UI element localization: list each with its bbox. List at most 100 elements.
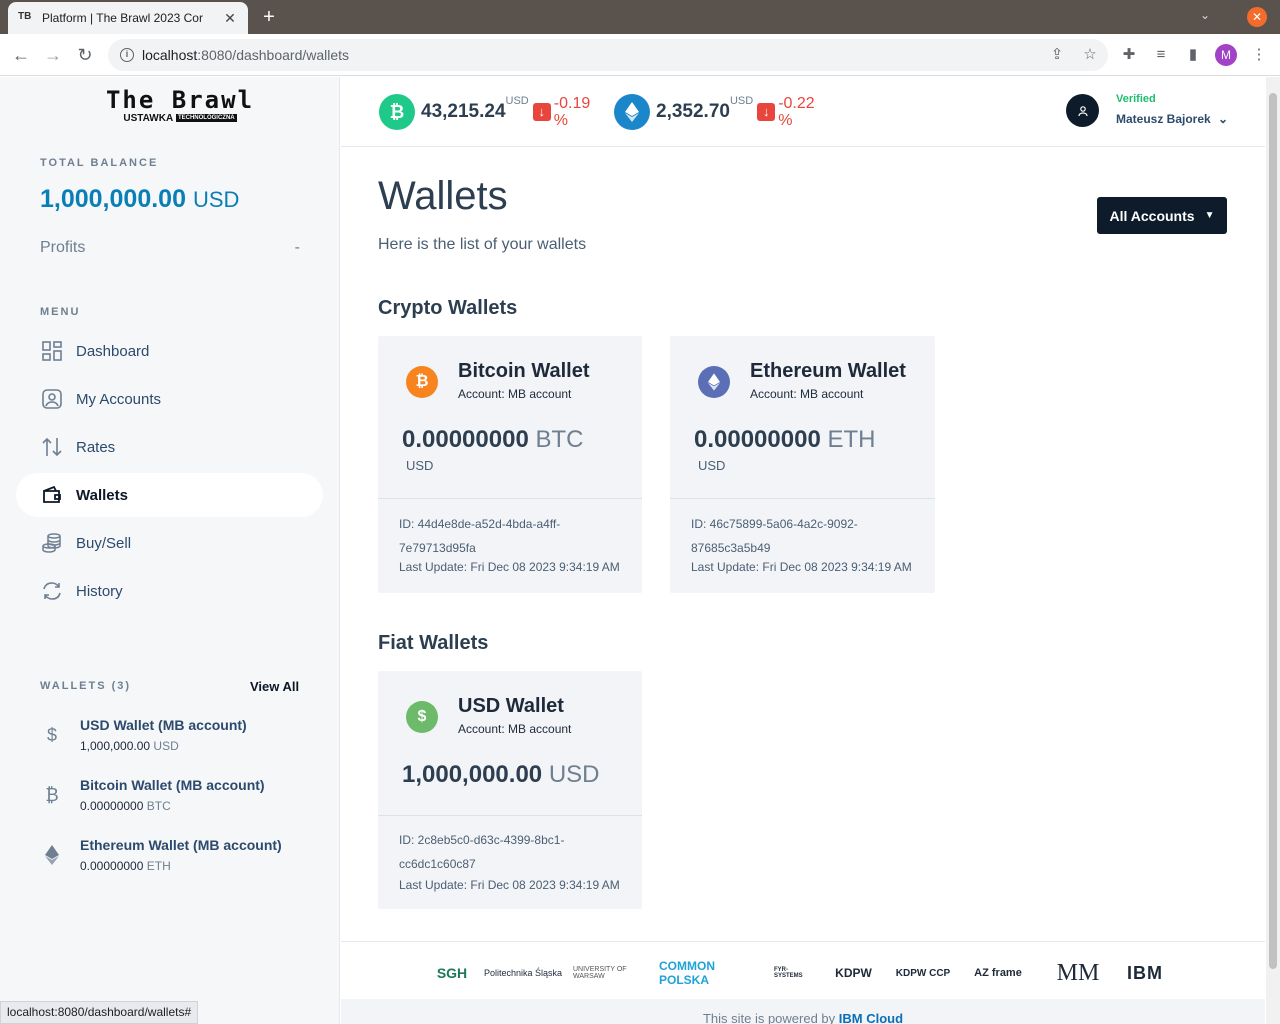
profits-label: Profits bbox=[40, 239, 86, 256]
menu-label-wallets: Wallets bbox=[76, 486, 128, 504]
back-icon[interactable]: ← bbox=[10, 44, 32, 66]
page-subtitle: Here is the list of your wallets bbox=[378, 236, 587, 253]
eth-rate: 2,352.70 USD ↓ -0.22 % bbox=[614, 93, 820, 131]
wallet-card-ethereum[interactable]: Ethereum Wallet Account: MB account 0.00… bbox=[670, 336, 935, 593]
logo-subtitle: USTAWKA TECHNOLOGICZNA bbox=[123, 113, 237, 124]
wallet-card-title: Ethereum Wallet bbox=[750, 360, 906, 382]
view-all-link[interactable]: View All bbox=[250, 679, 299, 694]
sidebar-wallet-bitcoin[interactable]: ₿ Bitcoin Wallet (MB account) 0.00000000… bbox=[40, 777, 330, 827]
profits-value: - bbox=[294, 239, 300, 256]
logo[interactable]: The Brawl USTAWKA TECHNOLOGICZNA bbox=[100, 87, 260, 129]
sponsor-logo-uw: UNIVERSITY OF WARSAW bbox=[573, 966, 627, 980]
sidebar-wallet-usd[interactable]: $ USD Wallet (MB account) 1,000,000.00 U… bbox=[40, 717, 330, 767]
extensions-icon[interactable]: ✚ bbox=[1118, 44, 1140, 66]
status-bar-url: localhost:8080/dashboard/wallets# bbox=[0, 1001, 199, 1024]
wallet-card-title: Bitcoin Wallet bbox=[458, 360, 590, 382]
verified-badge: Verified bbox=[1116, 93, 1156, 105]
powered-by: This site is powered by IBM Cloud bbox=[341, 999, 1265, 1024]
sidebar: The Brawl USTAWKA TECHNOLOGICZNA TOTAL B… bbox=[0, 77, 340, 1024]
close-tab-icon[interactable]: ✕ bbox=[222, 10, 238, 27]
user-name: Mateusz Bajorek bbox=[1116, 112, 1211, 126]
menu-item-buy-sell[interactable]: Buy/Sell bbox=[16, 521, 323, 565]
media-icon[interactable]: ≡ bbox=[1150, 44, 1172, 66]
url-path: :8080/dashboard/wallets bbox=[197, 47, 350, 63]
wallet-card-updated: Last Update: Fri Dec 08 2023 9:34:19 AM bbox=[691, 560, 912, 574]
profits-row: Profits - bbox=[40, 239, 300, 257]
browser-menu-icon[interactable]: ⋮ bbox=[1248, 44, 1270, 66]
wallet-card-id: ID: 46c75899-5a06-4a2c-9092-87685c3a5b49 bbox=[691, 517, 858, 555]
divider bbox=[378, 498, 642, 499]
menu-item-wallets[interactable]: Wallets bbox=[16, 473, 323, 517]
tab-title: Platform | The Brawl 2023 Cor bbox=[42, 11, 203, 25]
sponsor-logo-sgh: SGH bbox=[436, 965, 468, 981]
menu-item-rates[interactable]: Rates bbox=[16, 425, 323, 469]
sidebar-wallet-name: Ethereum Wallet (MB account) bbox=[80, 837, 282, 853]
all-accounts-dropdown[interactable]: All Accounts ▼ bbox=[1097, 197, 1227, 234]
crypto-wallets-title: Crypto Wallets bbox=[378, 297, 518, 319]
menu-label-buy-sell: Buy/Sell bbox=[76, 534, 132, 552]
url-host: localhost bbox=[142, 47, 198, 63]
logo-title: The Brawl bbox=[105, 86, 255, 114]
bitcoin-icon: ₿ bbox=[379, 94, 415, 130]
dollar-icon: $ bbox=[406, 701, 438, 733]
account-icon bbox=[40, 387, 64, 411]
wallet-card-account: Account: MB account bbox=[750, 387, 864, 401]
tab-search-icon[interactable]: ⌄ bbox=[1200, 8, 1210, 22]
favicon: TB bbox=[18, 11, 32, 22]
url-bar[interactable]: i localhost:8080/dashboard/wallets bbox=[108, 39, 1108, 71]
sponsor-logo-azframe: AZ frame bbox=[974, 967, 1022, 979]
share-icon[interactable]: ⇪ bbox=[1046, 44, 1068, 66]
new-tab-button[interactable]: + bbox=[258, 6, 280, 28]
fiat-wallets-title: Fiat Wallets bbox=[378, 632, 489, 654]
reload-icon[interactable]: ↻ bbox=[74, 44, 96, 66]
wallet-icon bbox=[40, 483, 64, 507]
sidebar-wallet-balance: 0.00000000 ETH bbox=[80, 859, 171, 873]
wallet-card-bitcoin[interactable]: ₿ Bitcoin Wallet Account: MB account 0.0… bbox=[378, 336, 642, 593]
forward-icon[interactable]: → bbox=[42, 44, 64, 66]
arrow-down-icon: ↓ bbox=[532, 103, 551, 121]
scrollbar-thumb[interactable] bbox=[1269, 93, 1277, 969]
user-menu[interactable]: Mateusz Bajorek ⌄ bbox=[1116, 112, 1228, 126]
total-balance-amount: 1,000,000.00 bbox=[40, 185, 186, 213]
sponsors-footer: SGH Politechnika Śląska UNIVERSITY OF WA… bbox=[341, 941, 1265, 999]
chevron-down-icon: ⌄ bbox=[1218, 112, 1229, 126]
total-balance: 1,000,000.00 USD bbox=[40, 185, 239, 214]
window-close-button[interactable]: ✕ bbox=[1247, 7, 1267, 27]
browser-tab[interactable]: TB Platform | The Brawl 2023 Cor ✕ bbox=[8, 2, 248, 34]
rates-icon bbox=[40, 435, 64, 459]
sponsor-logo-politechnika: Politechnika Śląska bbox=[483, 968, 563, 978]
menu-item-history[interactable]: History bbox=[16, 569, 323, 613]
user-avatar[interactable] bbox=[1066, 94, 1099, 127]
menu-label-history: History bbox=[76, 582, 123, 600]
sponsor-logo-ibm: IBM bbox=[1127, 962, 1163, 983]
menu-item-dashboard[interactable]: Dashboard bbox=[16, 329, 323, 373]
sidebar-wallet-name: USD Wallet (MB account) bbox=[80, 717, 247, 733]
btc-rate: ₿ 43,215.24 USD ↓ -0.19 % bbox=[379, 93, 596, 131]
wallet-card-amount: 1,000,000.00 USD bbox=[402, 761, 600, 788]
ibm-cloud-link[interactable]: IBM Cloud bbox=[839, 1011, 903, 1024]
wallet-card-amount: 0.00000000 BTC bbox=[402, 426, 584, 453]
wallet-card-id: ID: 2c8eb5c0-d63c-4399-8bc1-cc6dc1c60c87 bbox=[399, 833, 565, 871]
page-scrollbar[interactable] bbox=[1266, 77, 1280, 1024]
dollar-icon: $ bbox=[46, 724, 57, 745]
menu-item-my-accounts[interactable]: My Accounts bbox=[16, 377, 323, 421]
side-panel-icon[interactable]: ▮ bbox=[1182, 44, 1204, 66]
address-toolbar: ← → ↻ i localhost:8080/dashboard/wallets… bbox=[0, 34, 1280, 76]
page-title: Wallets bbox=[378, 174, 508, 218]
bookmark-star-icon[interactable]: ☆ bbox=[1079, 44, 1101, 66]
wallet-card-usd: USD bbox=[698, 458, 726, 473]
ethereum-icon bbox=[698, 366, 730, 398]
sponsor-logo-kdpw-ccp: KDPW CCP bbox=[895, 967, 951, 979]
wallet-card-usd[interactable]: $ USD Wallet Account: MB account 1,000,0… bbox=[378, 671, 642, 909]
wallet-card-usd: USD bbox=[406, 458, 434, 473]
chevron-down-icon: ▼ bbox=[1204, 210, 1215, 221]
sidebar-wallet-name: Bitcoin Wallet (MB account) bbox=[80, 777, 265, 793]
menu-label-rates: Rates bbox=[76, 438, 116, 456]
arrow-down-icon: ↓ bbox=[757, 103, 776, 121]
site-info-icon[interactable]: i bbox=[120, 48, 134, 62]
sidebar-wallet-ethereum[interactable]: Ethereum Wallet (MB account) 0.00000000 … bbox=[40, 837, 330, 887]
profile-avatar[interactable]: M bbox=[1215, 44, 1237, 66]
divider bbox=[378, 815, 642, 816]
wallet-card-updated: Last Update: Fri Dec 08 2023 9:34:19 AM bbox=[399, 560, 620, 574]
ethereum-icon bbox=[614, 94, 650, 130]
